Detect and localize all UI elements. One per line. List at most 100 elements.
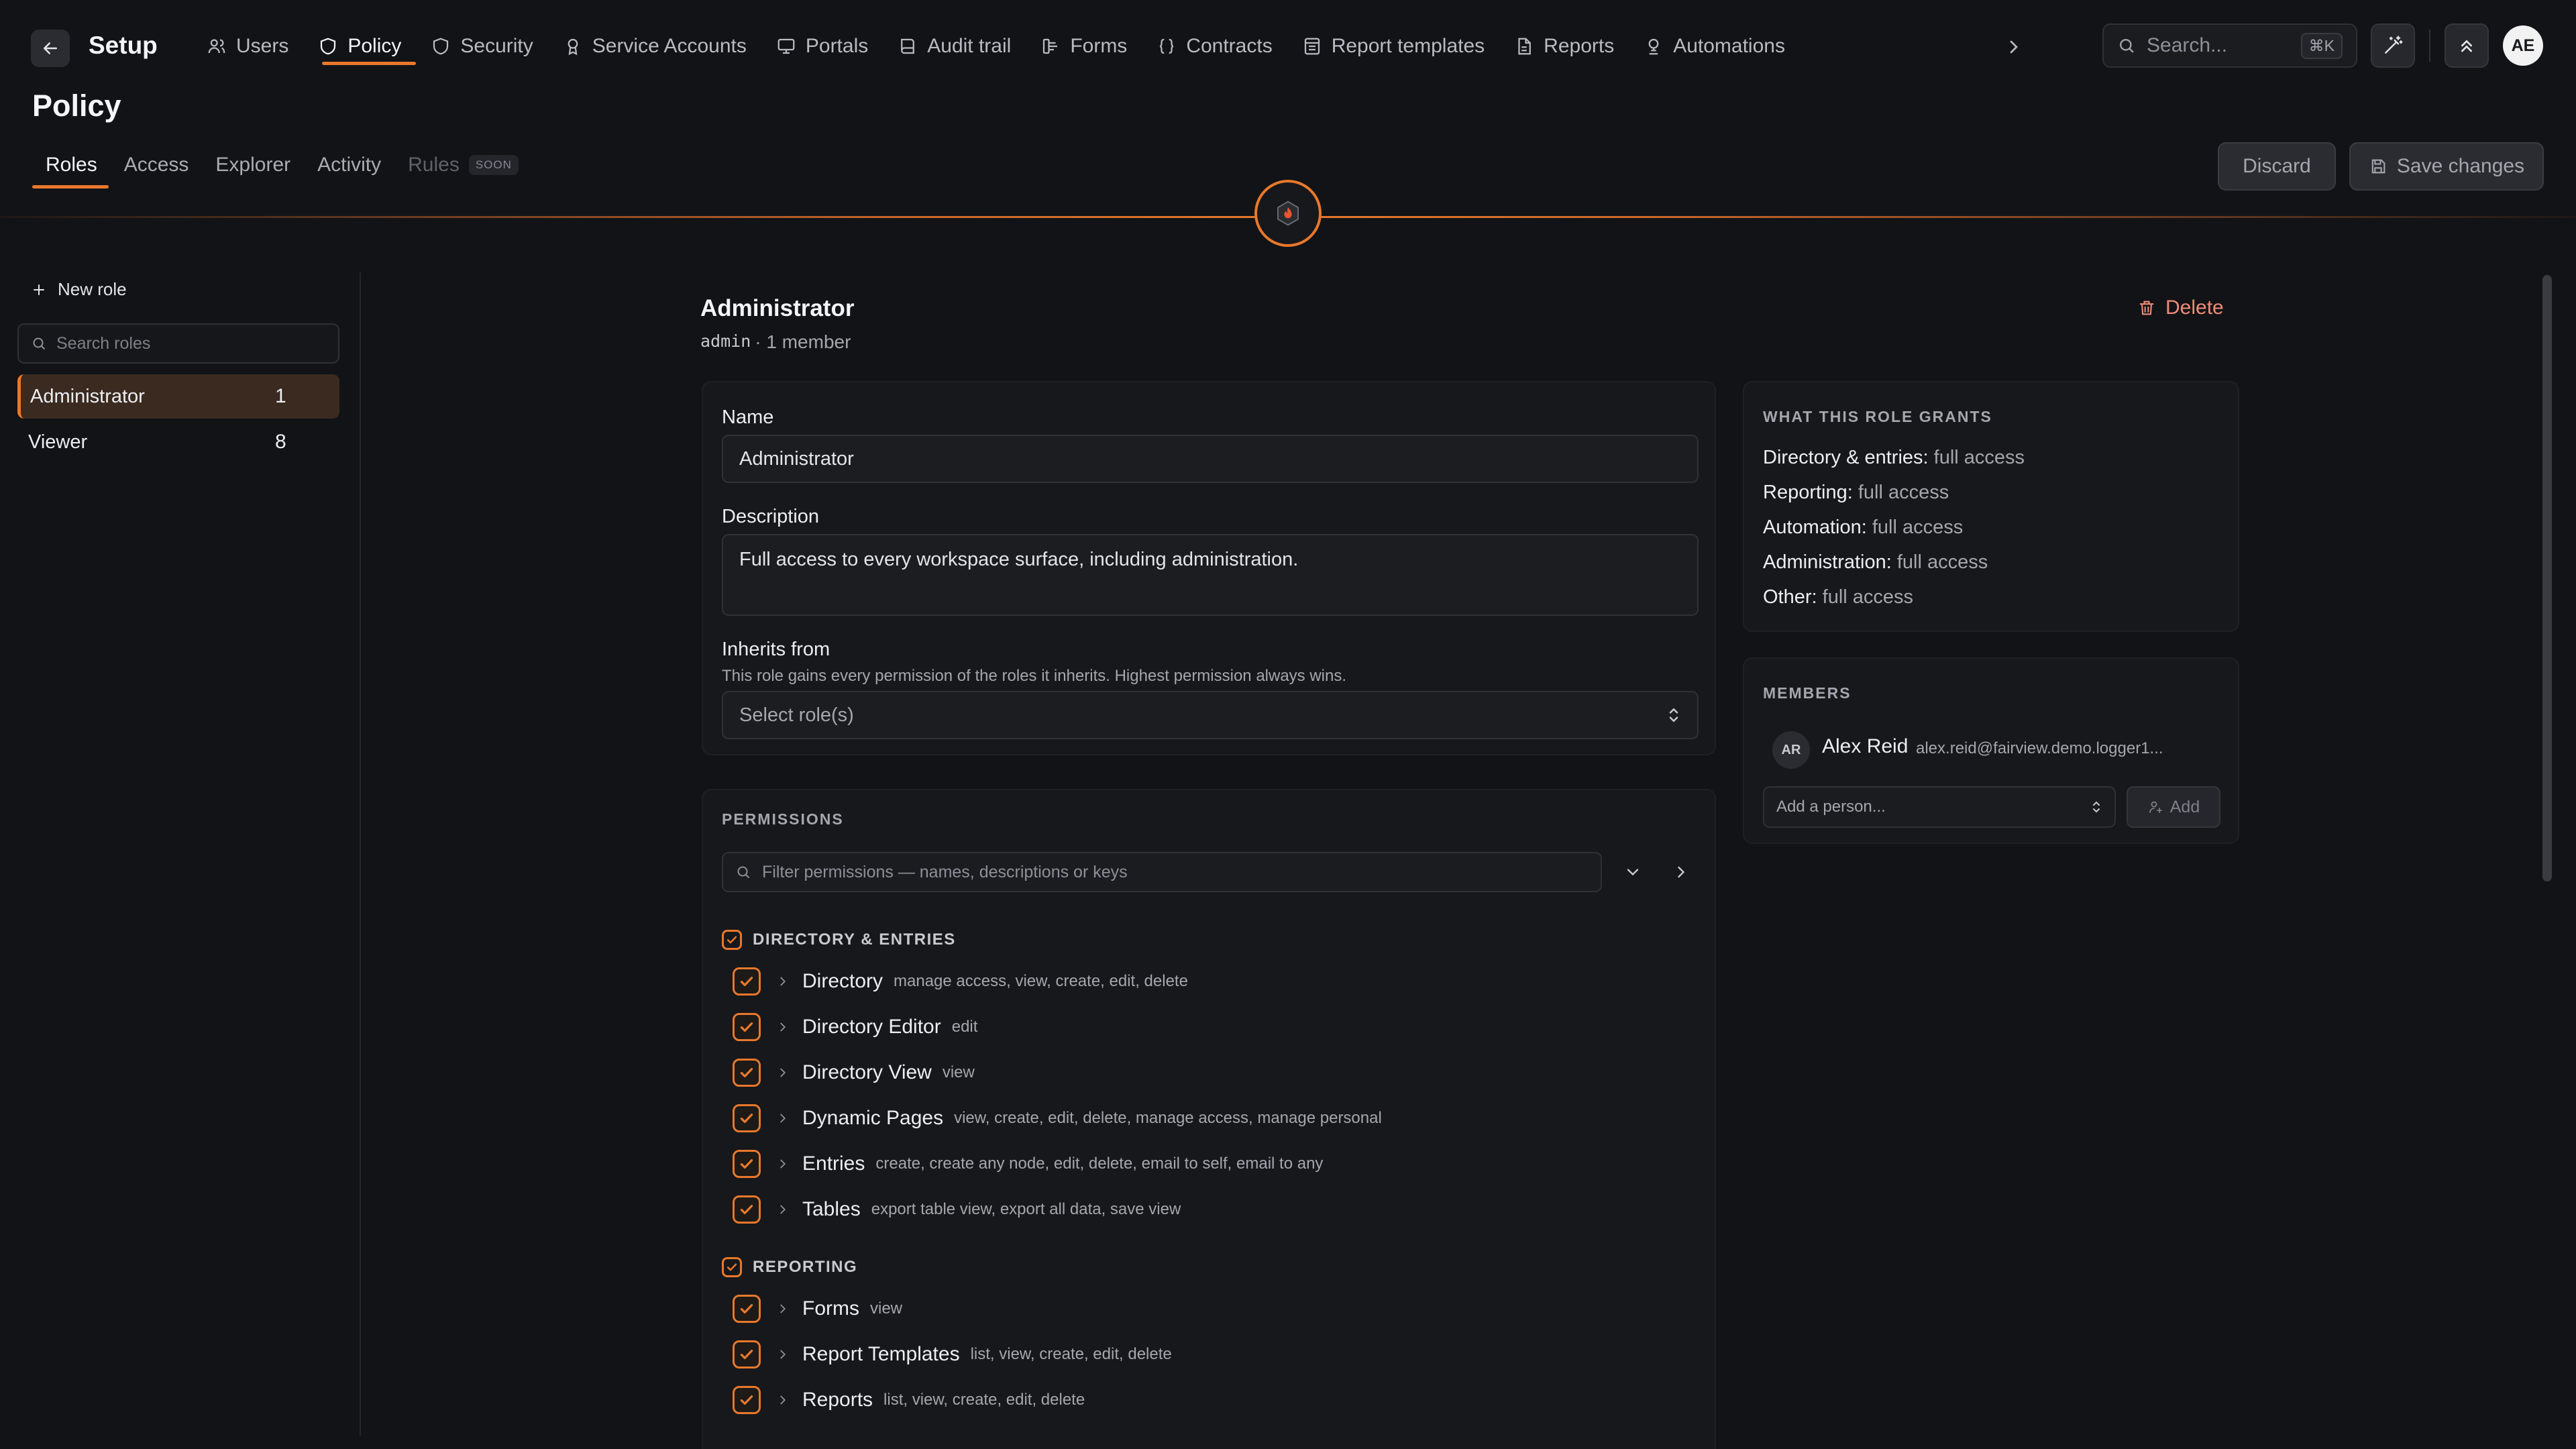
chevron-right-icon[interactable] (775, 1111, 790, 1126)
new-role-button[interactable]: New role (31, 279, 127, 300)
name-label: Name (722, 407, 774, 428)
nav-tab-label: Automations (1673, 35, 1785, 57)
role-description-input[interactable]: Full access to every workspace surface, … (722, 534, 1699, 616)
shield-icon (321, 38, 336, 55)
checkbox[interactable] (733, 1150, 761, 1178)
nav-tab-label: Contracts (1186, 35, 1273, 57)
nav-tab-users[interactable]: Users (192, 25, 303, 67)
nav-tab-portals[interactable]: Portals (761, 25, 883, 67)
permission-row[interactable]: Report Templates list, view, create, edi… (733, 1338, 1172, 1371)
main-scrollbar[interactable] (2542, 275, 2552, 881)
inherits-hint: This role gains every permission of the … (722, 667, 1347, 685)
nav-tab-service-accounts[interactable]: Service Accounts (548, 25, 761, 67)
chevron-right-icon[interactable] (775, 1301, 790, 1316)
check-icon (727, 936, 737, 944)
permission-row[interactable]: Reports list, view, create, edit, delete (733, 1383, 1085, 1417)
nav-tab-forms[interactable]: Forms (1026, 25, 1142, 67)
role-item-name: Viewer (28, 431, 88, 453)
subtab-access[interactable]: Access (111, 146, 203, 184)
nav-scroll-right-button[interactable] (2003, 34, 2025, 60)
permission-desc: list, view, create, edit, delete (883, 1391, 1085, 1409)
collapse-header-button[interactable] (2445, 23, 2489, 68)
role-name-input[interactable]: Administrator (722, 435, 1699, 483)
badge-icon (568, 38, 578, 56)
chevrons-up-icon (2461, 40, 2472, 52)
role-search-input[interactable]: Search roles (17, 323, 339, 364)
role-item-administrator[interactable]: Administrator 1 (17, 374, 339, 419)
subtab-explorer[interactable]: Explorer (202, 146, 304, 184)
permission-row[interactable]: Directory Editor edit (733, 1010, 977, 1044)
checkbox[interactable] (733, 1195, 761, 1224)
chevron-right-icon[interactable] (775, 1020, 790, 1034)
add-person-select[interactable]: Add a person... (1763, 786, 2116, 828)
permission-row[interactable]: Directory View view (733, 1056, 975, 1089)
subtab-activity[interactable]: Activity (304, 146, 394, 184)
nav-tab-security[interactable]: Security (416, 25, 547, 67)
checkbox[interactable] (722, 1257, 742, 1277)
magic-wand-button[interactable] (2371, 23, 2415, 68)
nav-tab-contracts[interactable]: Contracts (1142, 25, 1287, 67)
arrow-left-icon (44, 42, 57, 54)
chevron-right-icon[interactable] (775, 1393, 790, 1407)
nav-tab-reports[interactable]: Reports (1499, 25, 1629, 67)
members-caption: MEMBERS (1763, 684, 1851, 702)
global-search-input[interactable]: Search... ⌘K (2102, 23, 2357, 68)
permission-name: Directory (802, 970, 883, 992)
permission-row[interactable]: Dynamic Pages view, create, edit, delete… (733, 1102, 1382, 1135)
magic-wand-icon (2385, 36, 2403, 54)
app-title: Setup (89, 32, 158, 59)
role-item-viewer[interactable]: Viewer 8 (17, 420, 339, 464)
checkbox[interactable] (733, 1059, 761, 1087)
nav-tab-report-templates[interactable]: Report templates (1287, 25, 1499, 67)
permission-row[interactable]: Directory manage access, view, create, e… (733, 965, 1188, 998)
permission-row[interactable]: Forms view (733, 1292, 902, 1326)
permission-group-directory[interactable]: DIRECTORY & ENTRIES (722, 930, 956, 950)
permission-name: Reports (802, 1389, 873, 1411)
nav-tab-label: Portals (805, 35, 869, 57)
select-arrows-icon (2093, 801, 2100, 813)
permission-group-reporting[interactable]: REPORTING (722, 1257, 857, 1277)
trash-icon (2139, 301, 2154, 315)
discard-button[interactable]: Discard (2218, 142, 2336, 191)
permission-filter-input[interactable]: Filter permissions — names, descriptions… (722, 852, 1602, 892)
nav-tab-audit-trail[interactable]: Audit trail (883, 25, 1026, 67)
chevron-right-icon[interactable] (775, 1065, 790, 1080)
save-changes-button[interactable]: Save changes (2349, 142, 2544, 191)
checkbox[interactable] (733, 1104, 761, 1132)
nav-tab-policy[interactable]: Policy (303, 25, 416, 67)
new-role-label: New role (58, 279, 127, 299)
chevron-right-icon[interactable] (775, 1347, 790, 1362)
nav-tab-automations[interactable]: Automations (1629, 25, 1800, 67)
member-name: Alex Reid (1822, 735, 1909, 757)
permission-row[interactable]: Entries create, create any node, edit, d… (733, 1147, 1323, 1181)
inherits-select[interactable]: Select role(s) (722, 691, 1699, 739)
add-member-button[interactable]: Add (2127, 786, 2220, 828)
permission-row[interactable]: Tables export table view, export all dat… (733, 1193, 1181, 1226)
checkbox[interactable] (733, 1295, 761, 1323)
checkbox[interactable] (733, 1340, 761, 1368)
nav-tab-label: Audit trail (927, 35, 1012, 57)
permission-group-name: DIRECTORY & ENTRIES (753, 930, 956, 949)
subtab-roles[interactable]: Roles (32, 146, 111, 184)
chevron-right-icon[interactable] (775, 1202, 790, 1217)
checkbox[interactable] (733, 1013, 761, 1041)
checkbox[interactable] (722, 930, 742, 950)
chevron-right-icon[interactable] (775, 1157, 790, 1171)
collapse-all-button[interactable] (1672, 863, 1690, 881)
nav-tab-label: Policy (347, 35, 402, 57)
chevron-right-icon[interactable] (775, 974, 790, 989)
grant-area: Reporting: (1763, 482, 1853, 503)
back-button[interactable] (31, 30, 70, 67)
search-placeholder: Search... (2147, 34, 2228, 56)
checkbox[interactable] (733, 967, 761, 996)
expand-all-button[interactable] (1623, 863, 1642, 881)
nav-active-indicator (322, 62, 416, 65)
nav-tab-label: Reports (1544, 35, 1615, 57)
checkbox[interactable] (733, 1386, 761, 1414)
permission-name: Dynamic Pages (802, 1107, 944, 1129)
delete-role-button[interactable]: Delete (2137, 297, 2224, 319)
role-search-placeholder: Search roles (56, 333, 151, 353)
nav-tab-label: Users (236, 35, 289, 57)
hexagon-flame-icon (1277, 201, 1299, 226)
user-avatar[interactable]: AE (2503, 25, 2543, 66)
